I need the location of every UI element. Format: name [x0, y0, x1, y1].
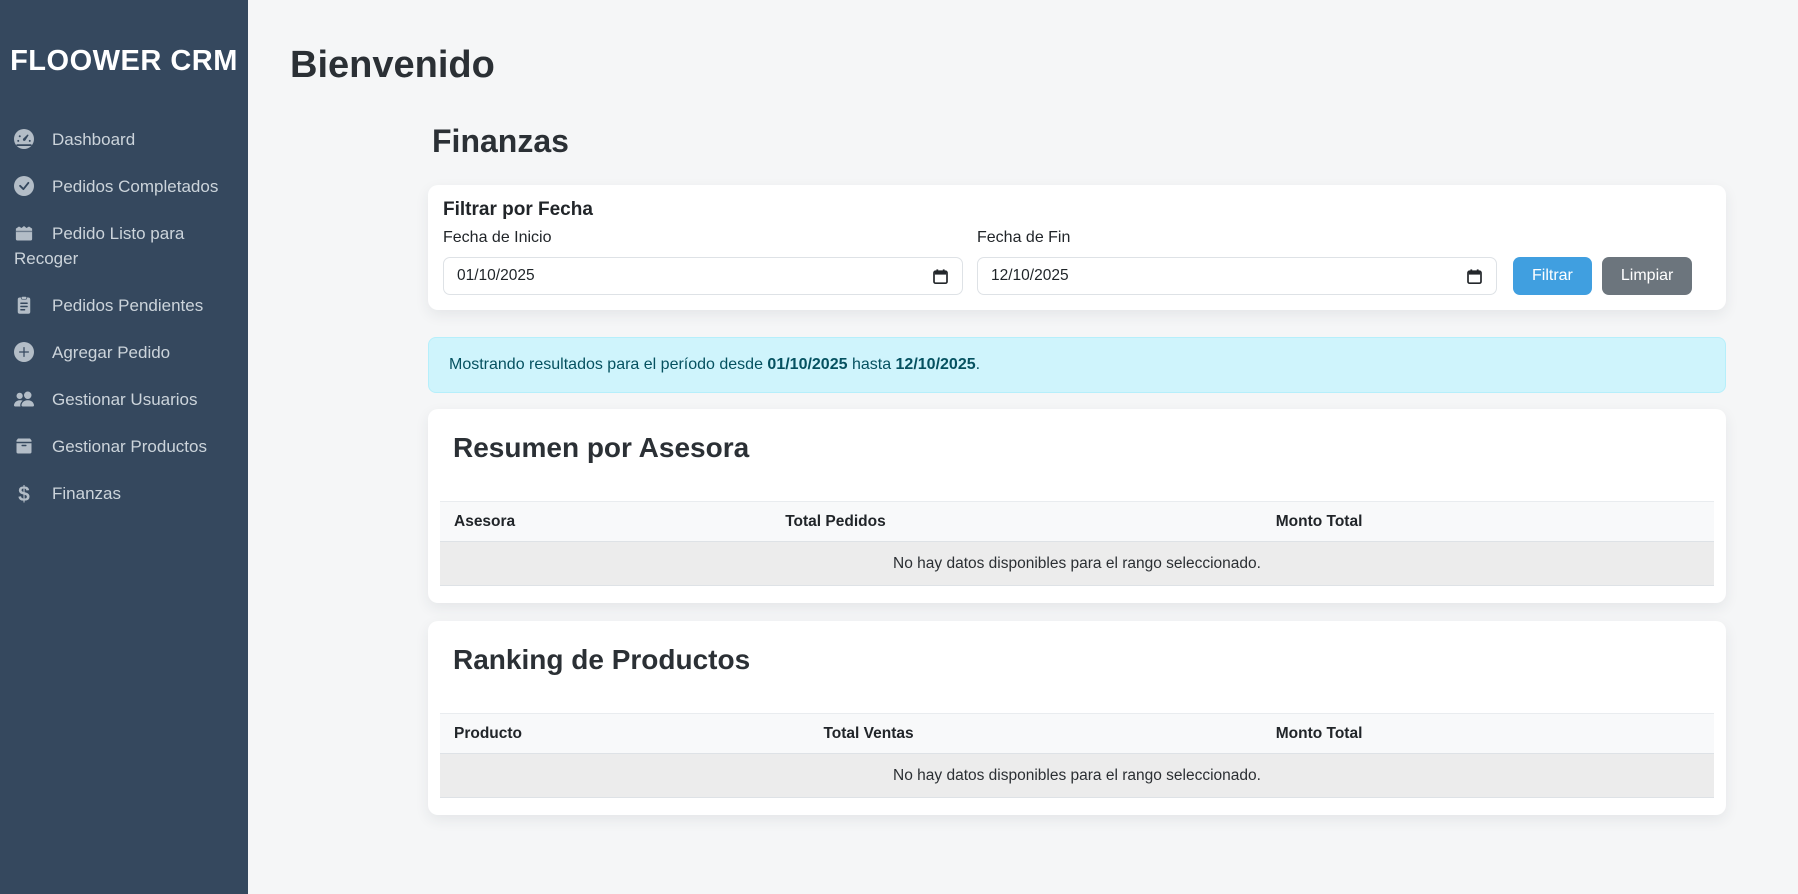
filter-card-title: Filtrar por Fecha [443, 199, 1711, 221]
sidebar-item-pedido-listo[interactable]: Pedido Listo para Recoger [0, 210, 248, 282]
alert-text: Mostrando resultados para el período des… [449, 356, 767, 373]
sidebar-item-label: Pedidos Completados [52, 177, 218, 196]
open-box-icon [14, 223, 34, 243]
start-date-field: Fecha de Inicio 01/10/2025 [443, 227, 963, 295]
resumen-asesora-card: Resumen por Asesora Asesora Total Pedido… [428, 409, 1726, 603]
page-title: Bienvenido [290, 42, 1726, 88]
empty-message: No hay datos disponibles para el rango s… [440, 754, 1714, 798]
end-date-value: 12/10/2025 [991, 267, 1069, 285]
clear-button[interactable]: Limpiar [1602, 257, 1692, 295]
filter-buttons: Filtrar Limpiar [1513, 257, 1692, 295]
column-header: Asesora [440, 502, 771, 542]
start-date-value: 01/10/2025 [457, 267, 535, 285]
sidebar-item-label: Dashboard [52, 130, 135, 149]
sidebar-item-gestionar-productos[interactable]: Gestionar Productos [0, 423, 248, 470]
ranking-productos-table: Producto Total Ventas Monto Total No hay… [440, 713, 1714, 798]
table-header-row: Asesora Total Pedidos Monto Total [440, 502, 1714, 542]
sidebar-item-label: Finanzas [52, 484, 121, 503]
main-content: Bienvenido Finanzas Filtrar por Fecha Fe… [248, 0, 1798, 894]
alert-end-date: 12/10/2025 [896, 356, 976, 373]
column-header: Monto Total [1262, 502, 1714, 542]
sidebar-item-label: Pedidos Pendientes [52, 296, 203, 315]
dollar-icon: $ [14, 482, 34, 507]
column-header: Total Ventas [809, 714, 1261, 754]
start-date-input[interactable]: 01/10/2025 [443, 257, 963, 295]
sidebar-item-agregar-pedido[interactable]: Agregar Pedido [0, 329, 248, 376]
table-header-row: Producto Total Ventas Monto Total [440, 714, 1714, 754]
ranking-productos-title: Ranking de Productos [453, 643, 1701, 677]
plus-circle-icon [14, 342, 34, 362]
sidebar-nav: Dashboard Pedidos Completados Pedido Lis… [0, 116, 248, 518]
sidebar-item-dashboard[interactable]: Dashboard [0, 116, 248, 163]
empty-row: No hay datos disponibles para el rango s… [440, 542, 1714, 586]
app-root: FLOOWER CRM Dashboard Pedidos Completado… [0, 0, 1798, 894]
end-date-label: Fecha de Fin [977, 227, 1497, 249]
date-filter-card: Filtrar por Fecha Fecha de Inicio 01/10/… [428, 185, 1726, 310]
speedometer-icon [14, 129, 34, 149]
product-box-icon [14, 436, 34, 456]
ranking-productos-card: Ranking de Productos Producto Total Vent… [428, 621, 1726, 815]
end-date-input[interactable]: 12/10/2025 [977, 257, 1497, 295]
alert-text: hasta [848, 356, 896, 373]
check-circle-icon [14, 176, 34, 196]
filter-button[interactable]: Filtrar [1513, 257, 1592, 295]
column-header: Total Pedidos [771, 502, 1261, 542]
sidebar-item-label: Agregar Pedido [52, 343, 170, 362]
alert-start-date: 01/10/2025 [767, 356, 847, 373]
finanzas-section: Finanzas Filtrar por Fecha Fecha de Inic… [428, 122, 1726, 815]
calendar-icon[interactable] [1466, 268, 1483, 285]
end-date-field: Fecha de Fin 12/10/2025 [977, 227, 1497, 295]
column-header: Monto Total [1262, 714, 1714, 754]
calendar-icon[interactable] [932, 268, 949, 285]
filter-row: Fecha de Inicio 01/10/2025 Fecha de Fin … [443, 227, 1711, 295]
sidebar-item-gestionar-usuarios[interactable]: Gestionar Usuarios [0, 376, 248, 423]
sidebar-item-logout[interactable]: Cerrar Sesión [0, 880, 248, 894]
empty-message: No hay datos disponibles para el rango s… [440, 542, 1714, 586]
column-header: Producto [440, 714, 809, 754]
empty-row: No hay datos disponibles para el rango s… [440, 754, 1714, 798]
resumen-asesora-table: Asesora Total Pedidos Monto Total No hay… [440, 501, 1714, 586]
sidebar: FLOOWER CRM Dashboard Pedidos Completado… [0, 0, 248, 894]
sidebar-item-label: Gestionar Productos [52, 437, 207, 456]
clipboard-icon [14, 295, 34, 315]
app-brand: FLOOWER CRM [0, 0, 248, 78]
resumen-asesora-title: Resumen por Asesora [453, 431, 1701, 465]
sidebar-item-pedidos-completados[interactable]: Pedidos Completados [0, 163, 248, 210]
start-date-label: Fecha de Inicio [443, 227, 963, 249]
users-icon [14, 389, 34, 409]
sidebar-item-pedidos-pendientes[interactable]: Pedidos Pendientes [0, 282, 248, 329]
results-info-alert: Mostrando resultados para el período des… [428, 337, 1726, 393]
sidebar-item-finanzas[interactable]: $ Finanzas [0, 470, 248, 518]
sidebar-item-label: Gestionar Usuarios [52, 390, 198, 409]
finanzas-title: Finanzas [432, 122, 1726, 160]
alert-text: . [976, 356, 980, 373]
sidebar-item-label: Pedido Listo para Recoger [14, 224, 184, 268]
